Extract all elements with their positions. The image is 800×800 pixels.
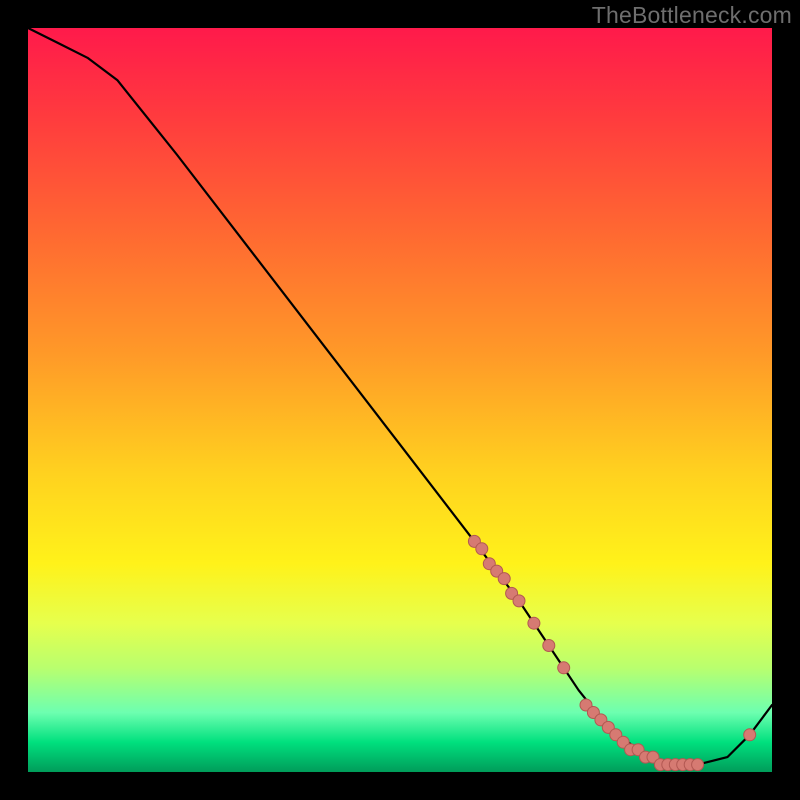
marker-point bbox=[528, 617, 540, 629]
plot-area bbox=[28, 28, 772, 772]
marker-point bbox=[744, 729, 756, 741]
highlight-markers-group bbox=[468, 535, 755, 770]
chart-svg bbox=[28, 28, 772, 772]
marker-point bbox=[692, 759, 704, 771]
curve-line bbox=[28, 28, 772, 765]
chart-frame: TheBottleneck.com bbox=[0, 0, 800, 800]
watermark-text: TheBottleneck.com bbox=[592, 2, 792, 29]
marker-point bbox=[543, 640, 555, 652]
marker-point bbox=[476, 543, 488, 555]
marker-point bbox=[498, 573, 510, 585]
marker-point bbox=[513, 595, 525, 607]
marker-point bbox=[558, 662, 570, 674]
